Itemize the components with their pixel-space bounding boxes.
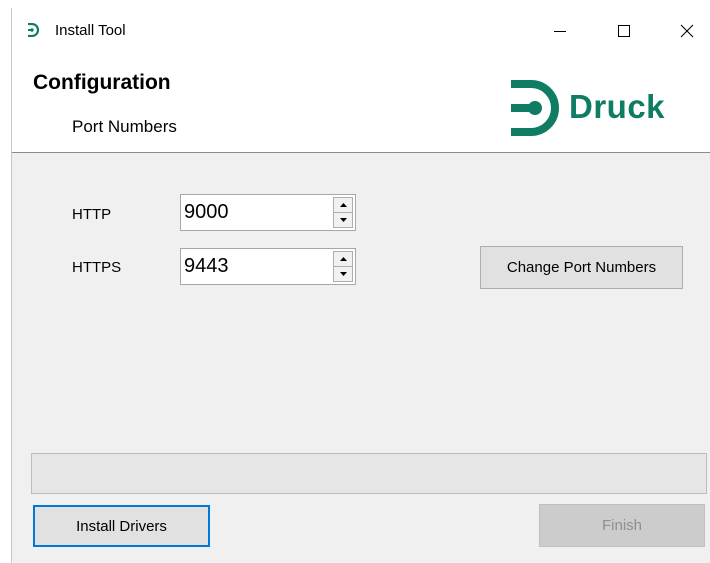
druck-logo: Druck — [507, 80, 682, 142]
https-increment-button[interactable] — [333, 251, 353, 267]
change-port-numbers-button[interactable]: Change Port Numbers — [480, 246, 683, 289]
logo-text: Druck — [569, 88, 666, 125]
http-label: HTTP — [72, 206, 112, 223]
minimize-button[interactable] — [537, 8, 583, 54]
http-port-stepper[interactable] — [333, 197, 353, 228]
minimize-icon — [554, 31, 566, 32]
http-decrement-button[interactable] — [333, 213, 353, 228]
install-progress-bar — [31, 453, 707, 494]
http-port-input[interactable]: 9000 — [180, 194, 356, 231]
chevron-up-icon — [339, 203, 347, 207]
maximize-button[interactable] — [601, 8, 647, 54]
https-label: HTTPS — [72, 259, 122, 276]
close-icon — [680, 24, 694, 38]
https-decrement-button[interactable] — [333, 267, 353, 282]
https-port-input[interactable]: 9443 — [180, 248, 356, 285]
page-subtitle: Port Numbers — [72, 117, 177, 136]
title-bar[interactable]: Install Tool — [12, 8, 710, 54]
chevron-up-icon — [339, 257, 347, 261]
close-button[interactable] — [664, 8, 710, 54]
header-panel: Configuration Port Numbers Druck — [12, 54, 710, 153]
install-drivers-button[interactable]: Install Drivers — [33, 505, 210, 547]
page-title: Configuration — [33, 71, 171, 94]
chevron-down-icon — [339, 272, 347, 276]
druck-app-icon — [26, 22, 40, 38]
http-port-value[interactable]: 9000 — [184, 201, 229, 224]
maximize-icon — [618, 25, 630, 37]
chevron-down-icon — [339, 218, 347, 222]
http-increment-button[interactable] — [333, 197, 353, 213]
https-port-stepper[interactable] — [333, 251, 353, 282]
window-title: Install Tool — [55, 22, 126, 39]
finish-button[interactable]: Finish — [539, 504, 705, 547]
install-tool-window: Install Tool Configuration Port Numbers — [11, 8, 710, 563]
druck-logo-icon — [511, 80, 559, 136]
https-port-value[interactable]: 9443 — [184, 255, 229, 278]
